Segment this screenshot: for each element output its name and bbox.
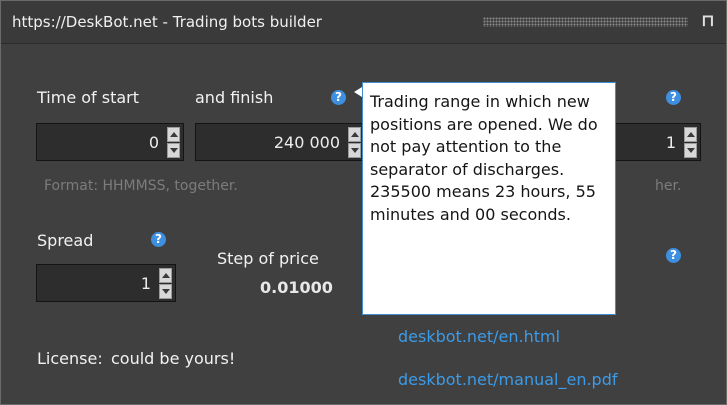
right-down-icon[interactable] (684, 143, 697, 158)
time-start-up-icon[interactable] (167, 127, 180, 142)
spread-up-icon[interactable] (159, 268, 172, 283)
time-format-hint: Format: HHMMSS, together. (44, 178, 238, 194)
pin-icon[interactable]: ⊓ (701, 11, 715, 31)
spread-help-icon[interactable]: ? (151, 232, 166, 247)
window: https://DeskBot.net - Trading bots build… (0, 0, 727, 405)
time-start-value: 0 (148, 133, 159, 152)
time-finish-up-icon[interactable] (348, 127, 361, 142)
right-help-icon[interactable]: ? (666, 90, 681, 105)
spread-value: 1 (140, 274, 151, 293)
window-title: https://DeskBot.net - Trading bots build… (12, 13, 322, 31)
time-start-stepper[interactable]: 0 (36, 123, 184, 161)
time-finish-down-icon[interactable] (348, 143, 361, 158)
time-finish-value: 240 000 (273, 133, 340, 152)
time-finish-stepper[interactable]: 240 000 (195, 123, 365, 161)
help-tooltip: Trading range in which new positions are… (362, 82, 616, 315)
price-step-label: Step of price (217, 249, 319, 268)
time-start-down-icon[interactable] (167, 143, 180, 158)
time-help-icon[interactable]: ? (331, 90, 346, 105)
right-stepper-value: 1 (665, 133, 676, 152)
manual-link[interactable]: deskbot.net/manual_en.pdf (398, 370, 618, 389)
tooltip-pointer (354, 87, 362, 97)
site-link[interactable]: deskbot.net/en.html (398, 327, 560, 346)
price-step-value: 0.01000 (260, 278, 333, 297)
spread-label: Spread (37, 231, 94, 250)
right-stepper[interactable]: 1 (601, 123, 701, 161)
title-bar[interactable]: https://DeskBot.net - Trading bots build… (1, 1, 726, 44)
spread-stepper[interactable]: 1 (36, 264, 176, 302)
right-format-hint: her. (655, 178, 682, 194)
right-help-icon-2[interactable]: ? (666, 248, 681, 263)
spread-down-icon[interactable] (159, 284, 172, 299)
license-label: License: (37, 349, 103, 368)
drag-grip-icon[interactable] (483, 17, 688, 27)
time-finish-label: and finish (195, 88, 274, 107)
time-start-label: Time of start (37, 88, 140, 107)
license-value: could be yours! (111, 349, 236, 368)
right-up-icon[interactable] (684, 127, 697, 142)
